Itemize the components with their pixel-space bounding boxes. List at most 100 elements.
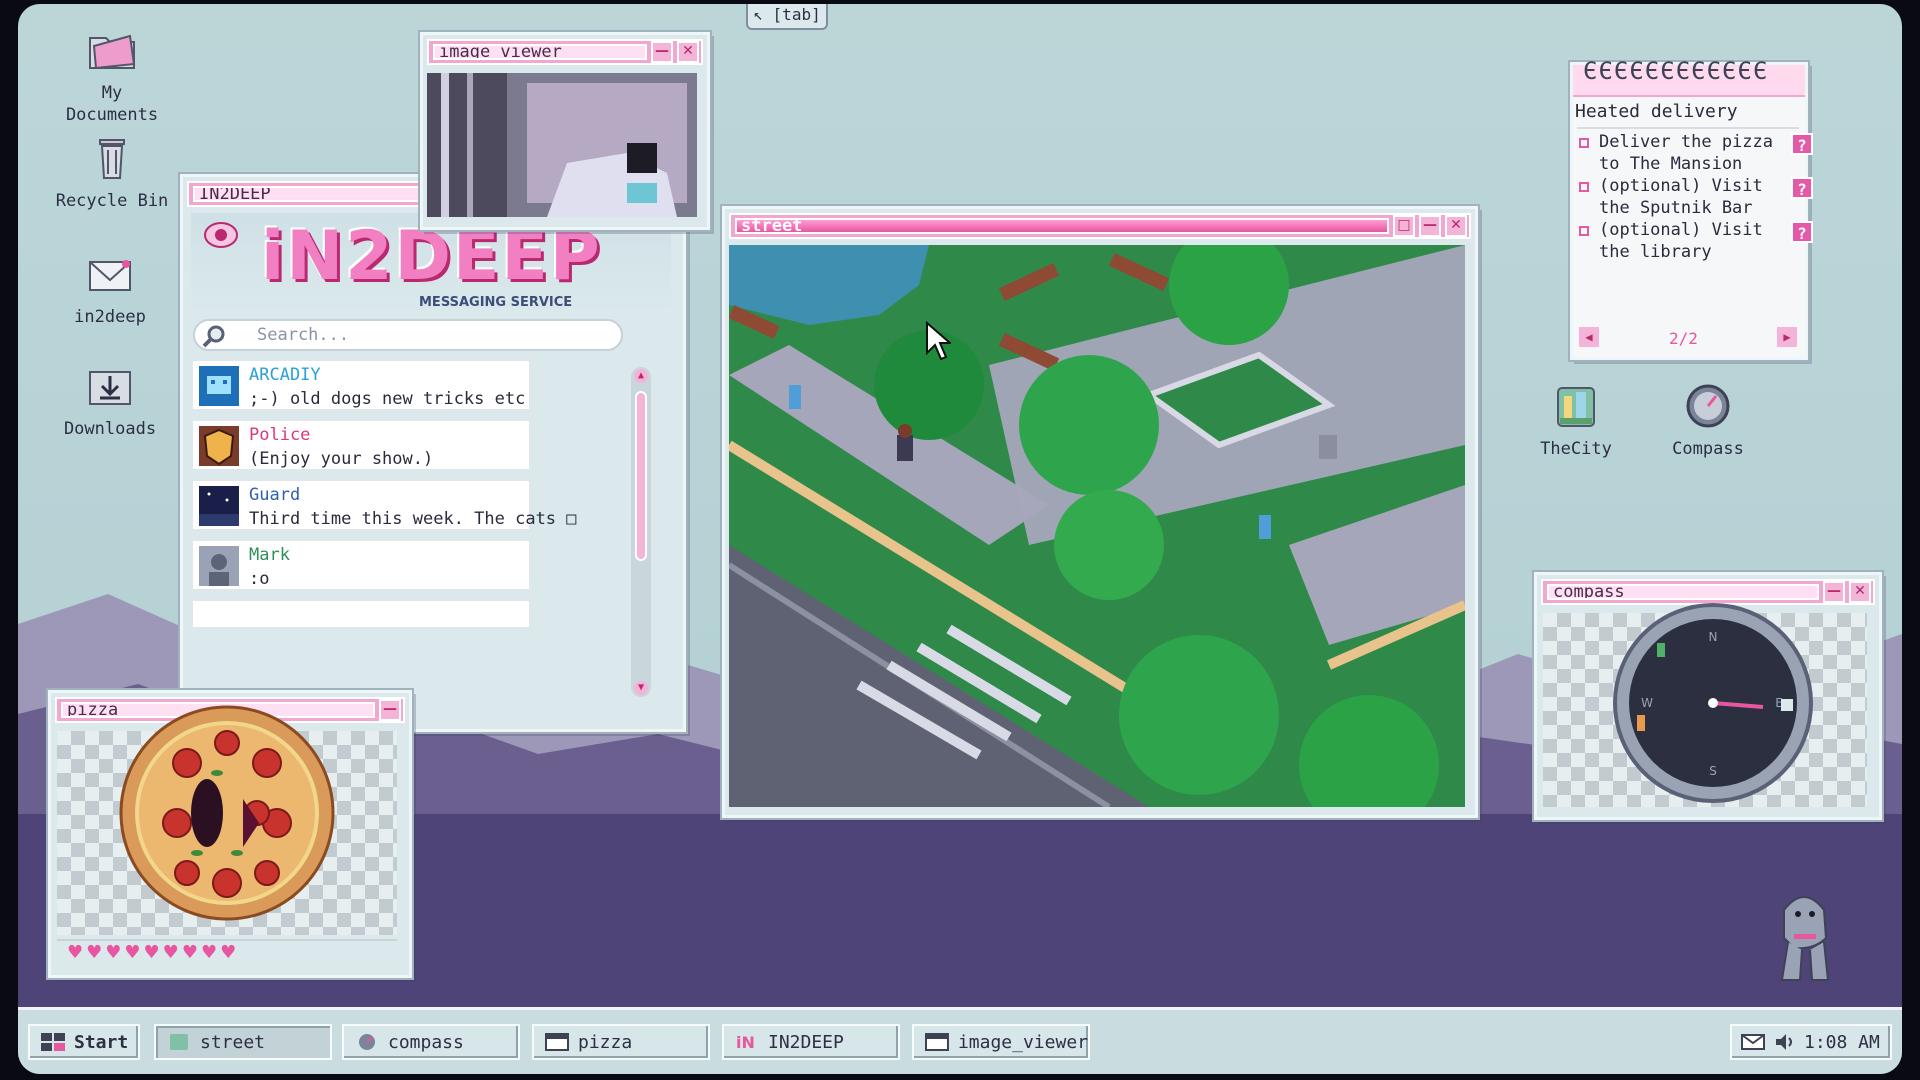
prev-page-button[interactable]: ◀ [1579, 327, 1599, 347]
desktop-icon-thecity[interactable]: TheCity [1516, 382, 1636, 460]
list-item-chat-guard[interactable]: Guard Third time this week. The cats □ [191, 479, 577, 531]
desktop-icon-recycle-bin[interactable]: Recycle Bin [52, 134, 172, 212]
system-tray: 1:08 AM [1730, 1024, 1892, 1060]
checkbox[interactable] [1579, 182, 1589, 192]
window-icon [924, 1033, 949, 1051]
minimize-button[interactable]: — [1823, 581, 1845, 603]
chat-list: ARCADIY ;-) old dogs new tricks etc Poli… [183, 359, 623, 719]
street-window: street □ — ✕ [722, 206, 1478, 818]
game-viewport[interactable] [729, 245, 1465, 807]
divider [1577, 127, 1799, 129]
in2deep-subtitle: MESSAGING SERVICE [419, 295, 573, 310]
chat-name: Mark [249, 545, 290, 565]
in2deep-eye-icon [204, 222, 238, 248]
avatar [199, 366, 239, 406]
in2deep-window: IN2DEEP iN2DEEP MESSAGING SERVICE Search… [180, 174, 686, 732]
help-button[interactable]: ? [1791, 221, 1813, 243]
chat-scrollbar[interactable]: ▲ ▼ [631, 367, 651, 697]
compass-icon [1686, 384, 1730, 428]
scroll-down-arrow-icon[interactable]: ▼ [634, 681, 648, 695]
minimize-button[interactable]: — [1419, 215, 1441, 237]
chat-preview: :o [249, 569, 270, 589]
minimize-button[interactable]: — [379, 699, 401, 721]
chat-preview: Third time this week. The cats □ [249, 509, 577, 529]
desktop-icon-compass[interactable]: Compass [1648, 382, 1768, 460]
svg-text:W: W [1641, 696, 1653, 710]
task-image-viewer[interactable]: image_viewer [912, 1024, 1090, 1060]
minimize-button[interactable]: — [651, 41, 673, 63]
task-in2deep[interactable]: iN IN2DEEP [722, 1024, 900, 1060]
download-icon [89, 371, 131, 405]
cursor-icon: ↖ [753, 5, 763, 24]
compass-dial: N S E W [1613, 603, 1813, 803]
pizza-window: pizza — ♥♥♥♥♥♥♥♥♥ [48, 690, 412, 978]
list-item-chat-police[interactable]: Police (Enjoy your show.) [191, 419, 531, 471]
chat-name: ARCADIY [249, 365, 321, 385]
start-button[interactable]: Start [28, 1024, 140, 1060]
svg-text:S: S [1709, 764, 1717, 778]
desktop: ↖ [tab] My Documents Recycle Bin in2deep [18, 4, 1902, 1074]
close-button[interactable]: ✕ [1849, 581, 1871, 603]
hearts-bar: ♥♥♥♥♥♥♥♥♥ [57, 939, 397, 967]
compass-titlebar[interactable]: compass — ✕ [1541, 579, 1875, 605]
notepad-binding: ЄЄЄЄЄЄЄЄЄЄЄЄ [1573, 57, 1805, 97]
task-compass[interactable]: compass [342, 1024, 520, 1060]
search-icon [202, 325, 225, 348]
compass-canvas: N S E W [1543, 603, 1867, 807]
folder-icon [89, 34, 136, 70]
mail-icon [89, 260, 131, 291]
window-icon [545, 1033, 569, 1051]
list-item-chat-partial[interactable] [191, 599, 531, 629]
next-page-button[interactable]: ▶ [1777, 327, 1797, 347]
avatar [199, 546, 239, 586]
page-indicator: 2/2 [1669, 329, 1698, 348]
close-button[interactable]: ✕ [677, 41, 699, 63]
pizza-canvas [57, 705, 397, 935]
desktop-icon-in2deep[interactable]: in2deep [50, 250, 170, 328]
svg-text:iN: iN [736, 1033, 755, 1052]
window-title: street [735, 218, 1389, 234]
checkbox[interactable] [1579, 138, 1589, 148]
desktop-icon-downloads[interactable]: Downloads [50, 362, 170, 440]
avatar [199, 486, 239, 526]
help-button[interactable]: ? [1791, 133, 1813, 155]
chat-preview: (Enjoy your show.) [249, 449, 434, 469]
start-logo-icon [41, 1033, 65, 1051]
search-input[interactable]: Search... [257, 325, 349, 345]
task-street[interactable]: street [154, 1024, 332, 1060]
in2deep-icon: iN [736, 1033, 755, 1052]
city-icon [1557, 387, 1595, 427]
list-item-chat-arcadiy[interactable]: ARCADIY ;-) old dogs new tricks etc [191, 359, 531, 411]
compass-window: compass — ✕ N S E W [1534, 572, 1882, 820]
image-viewer-window: image_viewer — ✕ [420, 32, 710, 230]
taskbar: Start street compass pizza iN IN2DEEP im… [18, 1007, 1902, 1074]
window-title: image_viewer [433, 44, 647, 60]
mail-icon[interactable] [1740, 1032, 1766, 1052]
scroll-up-arrow-icon[interactable]: ▲ [634, 369, 648, 383]
chat-name: Police [249, 425, 311, 445]
tab-hint: ↖ [tab] [746, 4, 828, 30]
volume-icon[interactable] [1774, 1032, 1796, 1052]
city-icon [170, 1034, 188, 1050]
clock: 1:08 AM [1804, 1031, 1880, 1053]
search-bar[interactable]: Search... [193, 319, 623, 351]
scrollbar-thumb[interactable] [635, 391, 647, 561]
svg-text:N: N [1709, 630, 1718, 644]
help-button[interactable]: ? [1791, 177, 1813, 199]
dog-pet-sprite[interactable] [1754, 880, 1854, 990]
task-pizza[interactable]: pizza [532, 1024, 710, 1060]
close-button[interactable]: ✕ [1445, 215, 1467, 237]
spiral-rings-icon: ЄЄЄЄЄЄЄЄЄЄЄЄ [1583, 57, 1769, 85]
checkbox[interactable] [1579, 226, 1589, 236]
window-title: compass [1547, 584, 1819, 600]
compass-icon [359, 1034, 375, 1050]
chat-name: Guard [249, 485, 301, 505]
desktop-icon-my-documents[interactable]: My Documents [52, 26, 172, 126]
viewer-photo [427, 73, 697, 217]
street-titlebar[interactable]: street □ — ✕ [729, 213, 1471, 239]
maximize-button[interactable]: □ [1393, 215, 1415, 237]
image-viewer-titlebar[interactable]: image_viewer — ✕ [427, 39, 703, 65]
list-item-chat-mark[interactable]: Mark :o [191, 539, 531, 591]
mouse-cursor-icon [926, 321, 951, 361]
chat-preview: ;-) old dogs new tricks etc [249, 389, 526, 409]
